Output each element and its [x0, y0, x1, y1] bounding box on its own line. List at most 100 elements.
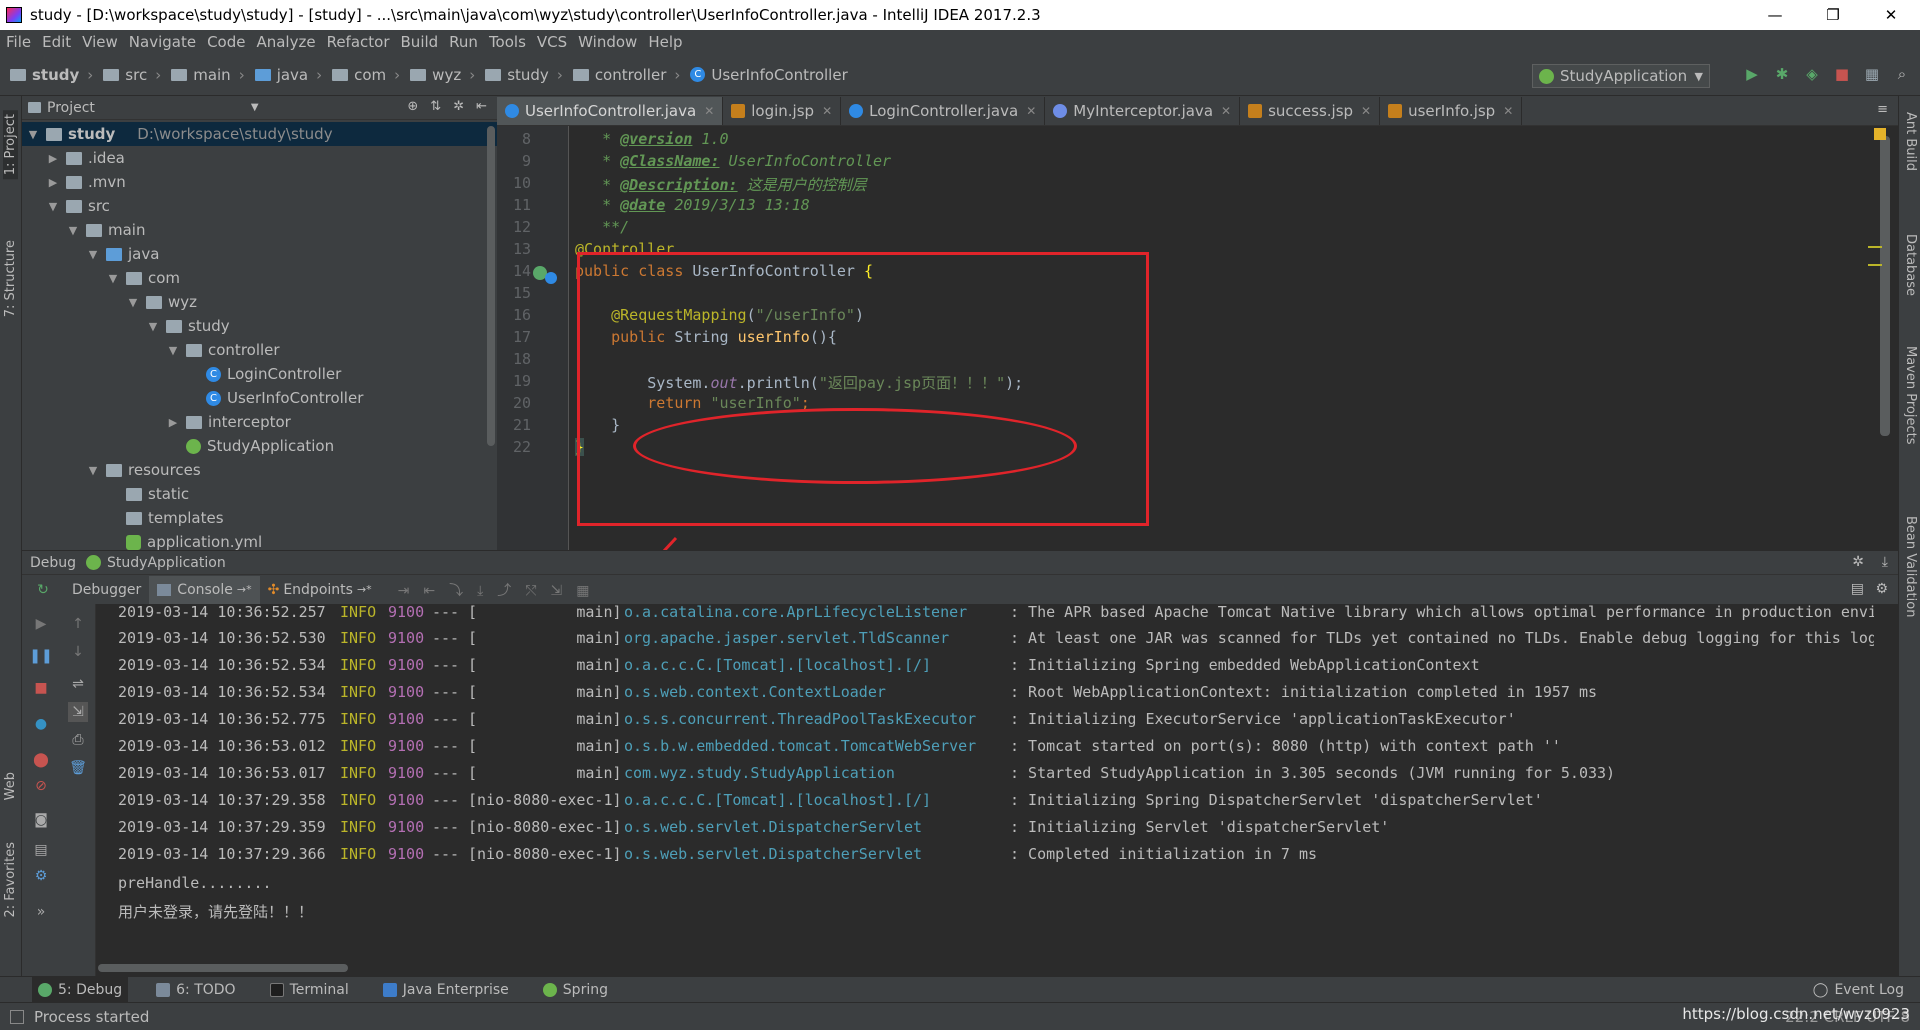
- resume-icon[interactable]: ▶: [31, 614, 51, 634]
- web-tool-button[interactable]: Web: [3, 772, 18, 800]
- gear-icon[interactable]: ✲: [1852, 554, 1864, 570]
- close-tab-icon[interactable]: ✕: [704, 104, 714, 118]
- console-horizontal-scrollbar[interactable]: [98, 964, 348, 972]
- tree-item-resources[interactable]: ▼ resources: [22, 458, 497, 482]
- tab-console[interactable]: Console →*: [149, 575, 260, 604]
- project-tool-button[interactable]: 1: Project: [3, 110, 18, 180]
- project-structure-icon[interactable]: ▦: [1862, 64, 1882, 84]
- menu-view[interactable]: View: [82, 33, 118, 51]
- layout-settings-icon[interactable]: ▤: [31, 840, 51, 860]
- minimize-button[interactable]: —: [1746, 0, 1804, 30]
- menu-help[interactable]: Help: [648, 33, 682, 51]
- locate-icon[interactable]: ⊕: [407, 99, 418, 114]
- spring-tool-button[interactable]: Spring: [537, 977, 614, 1003]
- tab-myinterceptor-java[interactable]: MyInterceptor.java ✕: [1045, 97, 1241, 125]
- close-tab-icon[interactable]: ✕: [822, 104, 832, 118]
- mute-breakpoints-icon[interactable]: ⊘: [31, 776, 51, 796]
- menu-refactor[interactable]: Refactor: [327, 33, 390, 51]
- tree-item-src[interactable]: ▼ src: [22, 194, 497, 218]
- search-icon[interactable]: ⌕: [1892, 64, 1912, 84]
- menu-file[interactable]: File: [6, 33, 31, 51]
- menu-navigate[interactable]: Navigate: [129, 33, 196, 51]
- settings-icon[interactable]: ⚙: [31, 866, 51, 886]
- editor-scrollbar[interactable]: [1880, 136, 1890, 436]
- close-button[interactable]: ✕: [1862, 0, 1920, 30]
- close-tab-icon[interactable]: ✕: [1503, 104, 1513, 118]
- menu-run[interactable]: Run: [449, 33, 478, 51]
- tree-item-templates[interactable]: templates: [22, 506, 497, 530]
- menu-vcs[interactable]: VCS: [537, 33, 567, 51]
- tree-item-com[interactable]: ▼ com: [22, 266, 497, 290]
- tab-userinfo-jsp[interactable]: userInfo.jsp ✕: [1380, 97, 1523, 125]
- favorites-tool-button[interactable]: 2: Favorites: [3, 842, 18, 918]
- tree-item-userinfocontroller[interactable]: C UserInfoController: [22, 386, 497, 410]
- run-configuration-select[interactable]: StudyApplication ▼: [1532, 64, 1710, 88]
- menu-edit[interactable]: Edit: [42, 33, 71, 51]
- tab-endpoints[interactable]: ✣ Endpoints →*: [260, 576, 380, 604]
- java-enterprise-tool-button[interactable]: Java Enterprise: [377, 977, 515, 1003]
- close-tab-icon[interactable]: ✕: [1361, 104, 1371, 118]
- breadcrumb-study[interactable]: study ›: [10, 66, 93, 84]
- more-icon[interactable]: »: [31, 902, 51, 922]
- step-actions-icons[interactable]: ⇥⇤⤵⤓⤴⤲⇲▦: [398, 580, 604, 600]
- coverage-icon[interactable]: ◈: [1802, 64, 1822, 84]
- bean-validation-tool-button[interactable]: Bean Validation: [1903, 516, 1918, 617]
- close-tab-icon[interactable]: ✕: [1026, 104, 1036, 118]
- tree-item-studyapplication[interactable]: StudyApplication: [22, 434, 497, 458]
- soft-wrap-icon[interactable]: ⇌: [68, 674, 88, 694]
- scroll-to-end-icon[interactable]: ⇲: [68, 702, 88, 722]
- menu-tools[interactable]: Tools: [489, 33, 526, 51]
- clear-all-icon[interactable]: 🗑: [68, 758, 88, 778]
- restore-button[interactable]: ❐: [1804, 0, 1862, 30]
- tree-item-wyz[interactable]: ▼ wyz: [22, 290, 497, 314]
- structure-tool-button[interactable]: 7: Structure: [3, 240, 18, 317]
- todo-tool-button[interactable]: 6: TODO: [150, 977, 241, 1003]
- debug-icon[interactable]: ✱: [1772, 64, 1792, 84]
- breadcrumb-src[interactable]: src ›: [103, 66, 161, 84]
- tab-userinfocontroller-java[interactable]: UserInfoController.java ✕: [497, 97, 724, 125]
- tree-item-study-root[interactable]: ▼ study D:\workspace\study\study: [22, 122, 497, 146]
- run-icon[interactable]: ▶: [1742, 64, 1762, 84]
- close-tab-icon[interactable]: ✕: [1221, 104, 1231, 118]
- debug-tool-button[interactable]: 5: Debug: [32, 976, 129, 1003]
- ant-build-tool-button[interactable]: Ant Build: [1903, 112, 1918, 171]
- tree-item-controller[interactable]: ▼ controller: [22, 338, 497, 362]
- menu-build[interactable]: Build: [401, 33, 439, 51]
- collapse-all-icon[interactable]: ⇅: [430, 99, 441, 114]
- menu-analyze[interactable]: Analyze: [256, 33, 315, 51]
- tree-item-mvn[interactable]: ▶ .mvn: [22, 170, 497, 194]
- tab-success-jsp[interactable]: success.jsp ✕: [1240, 97, 1381, 125]
- database-tool-button[interactable]: Database: [1903, 234, 1918, 296]
- tree-item-static[interactable]: static: [22, 482, 497, 506]
- dropdown-arrow-icon[interactable]: ▼: [251, 102, 259, 113]
- tree-item-java[interactable]: ▼ java: [22, 242, 497, 266]
- project-scrollbar[interactable]: [487, 126, 495, 446]
- gear-icon[interactable]: ✲: [453, 99, 464, 114]
- hide-panel-icon[interactable]: ⤓: [1882, 554, 1888, 570]
- console-output[interactable]: 2019-03-14 10:36:52.257 INFO 9100 ---[ main…: [98, 604, 1874, 958]
- breadcrumb-wyz[interactable]: wyz ›: [410, 66, 475, 84]
- inspection-status-icon[interactable]: [1874, 128, 1886, 140]
- event-log-button[interactable]: ◯ Event Log: [1807, 977, 1910, 1003]
- tab-logincontroller-java[interactable]: LoginController.java ✕: [841, 97, 1046, 125]
- pause-icon[interactable]: ❚❚: [29, 646, 52, 666]
- maven-projects-tool-button[interactable]: Maven Projects: [1903, 346, 1918, 445]
- camera-icon[interactable]: ◙: [31, 810, 51, 830]
- stop-icon[interactable]: ■: [1832, 64, 1852, 84]
- settings-icon[interactable]: ⚙: [1875, 581, 1888, 597]
- tree-item-study-package[interactable]: ▼ study: [22, 314, 497, 338]
- rerun-icon[interactable]: ↻: [22, 582, 64, 598]
- tab-list-icon[interactable]: ≡: [1877, 102, 1888, 117]
- hide-panel-icon[interactable]: ⇤: [476, 99, 487, 114]
- breadcrumb-userinfocontroller[interactable]: C UserInfoController: [690, 66, 848, 84]
- breadcrumb-java[interactable]: java ›: [254, 66, 322, 84]
- scroll-down-icon[interactable]: ↓: [68, 642, 88, 662]
- layout-icon[interactable]: ▤: [1851, 581, 1864, 597]
- tab-debugger[interactable]: Debugger: [64, 576, 149, 604]
- tree-item-interceptor[interactable]: ▶ interceptor: [22, 410, 497, 434]
- breadcrumb-controller[interactable]: controller ›: [572, 66, 680, 84]
- print-icon[interactable]: ⎙: [68, 730, 88, 750]
- menu-code[interactable]: Code: [207, 33, 245, 51]
- stop-icon[interactable]: ■: [31, 678, 51, 698]
- breadcrumb-com[interactable]: com ›: [332, 66, 400, 84]
